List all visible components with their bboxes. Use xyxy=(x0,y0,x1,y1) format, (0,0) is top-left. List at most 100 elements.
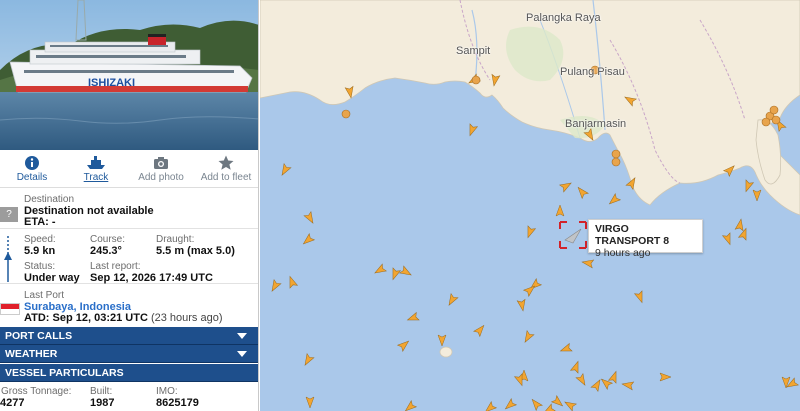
vessel-marker[interactable] xyxy=(559,342,573,355)
vessel-marker[interactable] xyxy=(575,185,589,200)
vessel-marker[interactable] xyxy=(550,395,566,409)
vessel-marker[interactable] xyxy=(522,330,535,345)
vessel-particulars-title: VESSEL PARTICULARS xyxy=(5,367,124,379)
vessel-marker[interactable] xyxy=(403,400,418,411)
city-label: Pulang Pisau xyxy=(560,66,625,78)
port-marker[interactable] xyxy=(471,75,481,85)
last-report-value: Sep 12, 2026 17:49 UTC xyxy=(90,272,213,284)
gross-tonnage-value: 4277 xyxy=(0,397,25,409)
vessel-marker[interactable] xyxy=(399,265,414,278)
hull-name-text: ISHIZAKI xyxy=(88,77,135,89)
built-label: Built: xyxy=(90,386,113,397)
vessel-marker[interactable] xyxy=(466,123,479,137)
action-bar: Details Track Add photo Add to fleet xyxy=(0,150,258,188)
add-photo-button[interactable]: Add photo xyxy=(129,154,193,183)
built-value: 1987 xyxy=(90,397,115,409)
vessel-marker[interactable] xyxy=(581,258,595,269)
port-calls-bar[interactable]: PORT CALLS xyxy=(0,327,258,345)
atd-ago: (23 hours ago) xyxy=(150,312,223,324)
map-view[interactable]: Palangka Raya Sampit Pulang Pisau Banjar… xyxy=(260,0,800,411)
vessel-marker[interactable] xyxy=(396,338,412,352)
vessel-marker[interactable] xyxy=(607,193,622,207)
draught-label: Draught: xyxy=(156,234,195,245)
vessel-marker[interactable] xyxy=(607,370,620,384)
vessel-marker[interactable] xyxy=(437,334,447,347)
vessel-marker[interactable] xyxy=(269,279,282,294)
vessel-marker[interactable] xyxy=(446,293,459,308)
details-label: Details xyxy=(16,172,48,183)
vessel-marker[interactable] xyxy=(286,275,299,289)
add-to-fleet-button[interactable]: Add to fleet xyxy=(194,154,258,183)
imo-value: 8625179 xyxy=(156,397,199,409)
vessel-marker[interactable] xyxy=(742,179,755,193)
vessel-marker[interactable] xyxy=(659,372,672,382)
port-marker[interactable] xyxy=(769,105,779,115)
city-label: Sampit xyxy=(456,45,491,57)
vessel-panel: ISHIZAKI Details Track Add photo Add to … xyxy=(0,0,259,411)
course-value: 245.3° xyxy=(90,245,122,257)
track-label: Track xyxy=(83,172,109,183)
vessel-marker[interactable] xyxy=(542,403,556,411)
vessel-name: VIRGO TRANSPORT 8 xyxy=(595,223,670,247)
port-marker[interactable] xyxy=(611,149,621,159)
voyage-section: Speed: 5.9 kn Course: 245.3° Draught: 5.… xyxy=(0,230,258,284)
ship-icon xyxy=(64,154,128,172)
last-report-label: Last report: xyxy=(90,261,141,272)
vessel-marker[interactable] xyxy=(302,353,315,368)
vessel-marker[interactable] xyxy=(279,163,292,178)
vessel-marker[interactable] xyxy=(633,290,646,304)
draught-value: 5.5 m (max 5.0) xyxy=(156,245,235,257)
vessel-marker[interactable] xyxy=(406,311,420,324)
details-button[interactable]: Details xyxy=(0,154,64,183)
imo-label: IMO: xyxy=(156,386,178,397)
port-marker[interactable] xyxy=(611,157,621,167)
status-label: Status: xyxy=(24,261,56,272)
vessel-marker[interactable] xyxy=(303,211,316,226)
vessel-marker[interactable] xyxy=(621,380,635,391)
vessel-tooltip[interactable]: VIRGO TRANSPORT 8 9 hours ago xyxy=(588,219,703,259)
vessel-marker[interactable] xyxy=(373,263,387,276)
info-icon xyxy=(0,154,64,172)
vessel-marker[interactable] xyxy=(301,233,316,247)
destination-label: Destination xyxy=(24,194,75,205)
vessel-marker[interactable] xyxy=(752,189,762,202)
vessel-marker[interactable] xyxy=(305,396,315,409)
port-marker[interactable] xyxy=(341,109,351,119)
vessel-marker[interactable] xyxy=(559,180,574,193)
vessel-marker[interactable] xyxy=(473,323,487,338)
vessel-marker[interactable] xyxy=(483,401,498,411)
atd-value: ATD: Sep 12, 03:21 UTC xyxy=(24,312,148,324)
vessel-marker[interactable] xyxy=(737,227,750,241)
weather-bar[interactable]: WEATHER xyxy=(0,345,258,363)
vessel-marker[interactable] xyxy=(555,204,565,217)
vessel-marker[interactable] xyxy=(734,218,745,232)
vessel-marker[interactable] xyxy=(524,225,537,239)
camera-icon xyxy=(129,154,193,172)
vessel-marker[interactable] xyxy=(563,399,577,411)
track-button[interactable]: Track xyxy=(64,154,128,183)
atd-row: ATD: Sep 12, 03:21 UTC (23 hours ago) xyxy=(24,312,223,324)
vessel-marker[interactable] xyxy=(721,232,734,246)
vessel-marker[interactable] xyxy=(503,398,518,411)
vessel-marker[interactable] xyxy=(569,360,582,374)
port-marker[interactable] xyxy=(771,115,781,125)
vessel-marker[interactable] xyxy=(575,373,588,388)
destination-section: ? Destination Destination not available … xyxy=(0,189,258,229)
vessel-time-ago: 9 hours ago xyxy=(595,247,651,259)
selected-vessel-marker[interactable] xyxy=(559,221,587,249)
weather-title: WEATHER xyxy=(5,348,58,360)
map-canvas[interactable] xyxy=(260,0,800,411)
vessel-marker[interactable] xyxy=(389,267,402,281)
speed-value: 5.9 kn xyxy=(24,245,56,257)
city-label: Palangka Raya xyxy=(526,12,601,24)
vessel-marker[interactable] xyxy=(529,397,543,411)
port-marker[interactable] xyxy=(761,117,771,127)
indonesia-flag-icon xyxy=(0,303,20,315)
last-port-section: Last Port Surabaya, Indonesia ATD: Sep 1… xyxy=(0,285,258,326)
status-value: Under way xyxy=(24,272,80,284)
add-photo-label: Add photo xyxy=(138,172,184,183)
course-arrow-icon xyxy=(4,236,12,282)
port-calls-title: PORT CALLS xyxy=(5,330,73,342)
vessel-particulars-bar[interactable]: VESSEL PARTICULARS xyxy=(0,364,258,382)
vessel-marker[interactable] xyxy=(516,298,527,312)
